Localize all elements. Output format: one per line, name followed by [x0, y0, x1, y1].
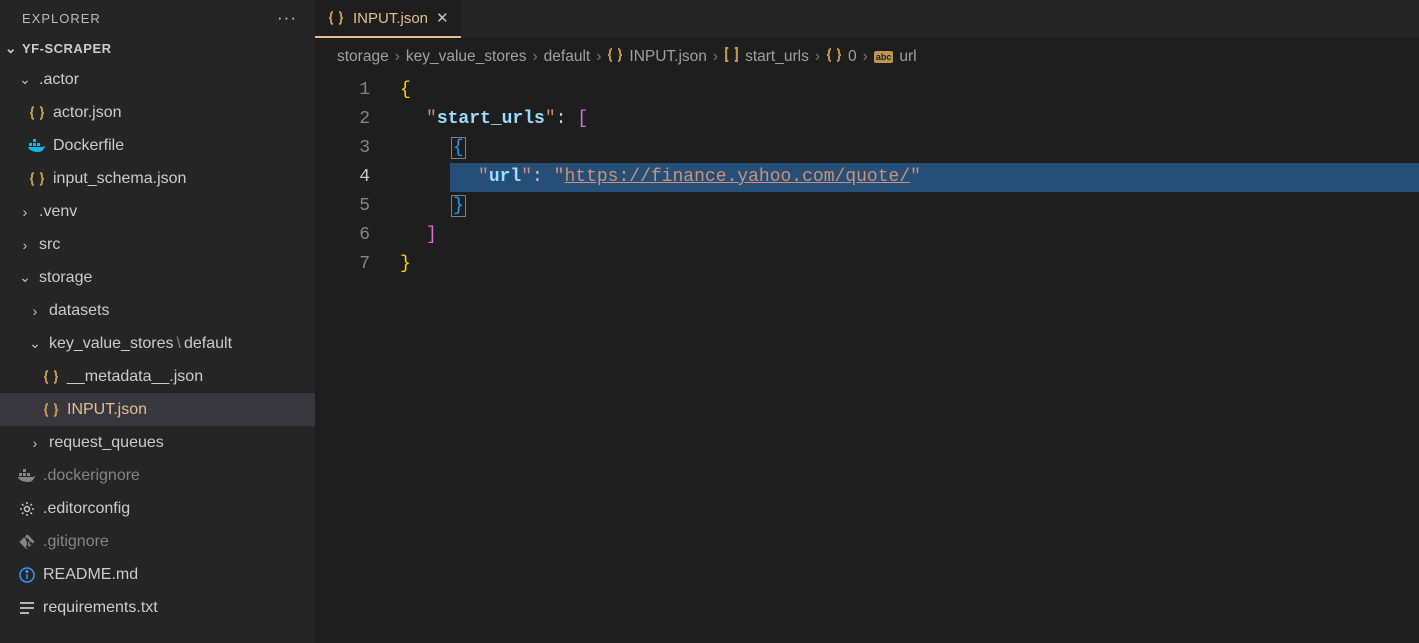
project-name: YF-SCRAPER	[22, 41, 112, 56]
editor-area: INPUT.json ✕ storage › key_value_stores …	[315, 0, 1419, 643]
breadcrumb-seg[interactable]: default	[544, 48, 591, 66]
file-readme[interactable]: README.md	[0, 558, 315, 591]
chevron-right-icon: ›	[713, 48, 718, 66]
breadcrumb-seg[interactable]: 0	[826, 47, 857, 68]
file-tree: ⌄ .actor actor.json Dockerfile input_sch…	[0, 63, 315, 643]
editor-tabs: INPUT.json ✕	[315, 0, 1419, 38]
file-input-schema[interactable]: input_schema.json	[0, 162, 315, 195]
line-number: 7	[315, 250, 370, 279]
line-number: 3	[315, 134, 370, 163]
json-icon	[327, 10, 345, 26]
docker-dim-icon	[18, 469, 36, 483]
chevron-down-icon: ⌄	[18, 71, 32, 88]
breadcrumb-seg[interactable]: storage	[337, 48, 389, 66]
abc-icon: abc	[874, 51, 894, 63]
breadcrumb-seg[interactable]: start_urls	[724, 47, 809, 67]
chevron-right-icon: ›	[28, 303, 42, 319]
docker-icon	[28, 139, 46, 153]
explorer-header: EXPLORER ···	[0, 0, 315, 34]
folder-src[interactable]: › src	[0, 228, 315, 261]
line-number: 4	[315, 163, 370, 192]
file-actor-json[interactable]: actor.json	[0, 96, 315, 129]
tab-input-json[interactable]: INPUT.json ✕	[315, 0, 461, 38]
gear-icon	[18, 501, 36, 517]
code-line[interactable]: {	[400, 76, 1419, 105]
file-gitignore[interactable]: .gitignore	[0, 525, 315, 558]
code-line[interactable]: }	[400, 192, 1419, 221]
folder-storage[interactable]: ⌄ storage	[0, 261, 315, 294]
chevron-right-icon: ›	[863, 48, 868, 66]
chevron-right-icon: ›	[533, 48, 538, 66]
file-dockerfile[interactable]: Dockerfile	[0, 129, 315, 162]
chevron-down-icon: ⌄	[18, 269, 32, 286]
code-line[interactable]: "start_urls": [	[400, 105, 1419, 134]
explorer-panel: EXPLORER ··· ⌄ YF-SCRAPER ⌄ .actor actor…	[0, 0, 315, 643]
file-editorconfig[interactable]: .editorconfig	[0, 492, 315, 525]
file-metadata-json[interactable]: __metadata__.json	[0, 360, 315, 393]
code-line[interactable]: "url": "https://finance.yahoo.com/quote/…	[400, 163, 1419, 192]
file-dockerignore[interactable]: .dockerignore	[0, 459, 315, 492]
explorer-more-icon[interactable]: ···	[277, 8, 297, 28]
line-number: 6	[315, 221, 370, 250]
folder-venv[interactable]: › .venv	[0, 195, 315, 228]
info-icon	[18, 567, 36, 583]
breadcrumb-seg[interactable]: abc url	[874, 48, 917, 66]
project-header[interactable]: ⌄ YF-SCRAPER	[0, 34, 315, 63]
tab-label: INPUT.json	[353, 10, 428, 27]
chevron-down-icon: ⌄	[4, 40, 18, 57]
breadcrumb-seg[interactable]: key_value_stores	[406, 48, 527, 66]
lines-icon	[18, 601, 36, 615]
json-icon	[42, 402, 60, 418]
bracket-icon	[724, 47, 739, 67]
code-lines[interactable]: { "start_urls": [ { "url": "https://fina…	[400, 76, 1419, 643]
json-icon	[28, 171, 46, 187]
git-icon	[18, 534, 36, 550]
line-number: 1	[315, 76, 370, 105]
file-requirements[interactable]: requirements.txt	[0, 591, 315, 624]
line-number: 2	[315, 105, 370, 134]
code-line[interactable]: }	[400, 250, 1419, 279]
chevron-right-icon: ›	[18, 204, 32, 220]
folder-datasets[interactable]: › datasets	[0, 294, 315, 327]
file-input-json[interactable]: INPUT.json	[0, 393, 315, 426]
breadcrumb[interactable]: storage › key_value_stores › default › I…	[315, 38, 1419, 76]
line-number: 5	[315, 192, 370, 221]
braces-icon	[826, 47, 842, 68]
chevron-right-icon: ›	[395, 48, 400, 66]
folder-key-value-stores[interactable]: ⌄ key_value_stores\default	[0, 327, 315, 360]
folder-actor[interactable]: ⌄ .actor	[0, 63, 315, 96]
chevron-right-icon: ›	[596, 48, 601, 66]
json-icon	[28, 105, 46, 121]
json-icon	[607, 47, 623, 68]
breadcrumb-seg[interactable]: INPUT.json	[607, 47, 707, 68]
chevron-right-icon: ›	[815, 48, 820, 66]
chevron-right-icon: ›	[18, 237, 32, 253]
close-icon[interactable]: ✕	[436, 9, 449, 27]
code-line[interactable]: {	[400, 134, 1419, 163]
code-editor[interactable]: 1 2 3 4 5 6 7 { "start_urls": [ { "url":…	[315, 76, 1419, 643]
chevron-down-icon: ⌄	[28, 335, 42, 352]
folder-request-queues[interactable]: › request_queues	[0, 426, 315, 459]
code-line[interactable]: ]	[400, 221, 1419, 250]
line-gutter: 1 2 3 4 5 6 7	[315, 76, 400, 643]
json-icon	[42, 369, 60, 385]
chevron-right-icon: ›	[28, 435, 42, 451]
explorer-title: EXPLORER	[22, 11, 101, 26]
